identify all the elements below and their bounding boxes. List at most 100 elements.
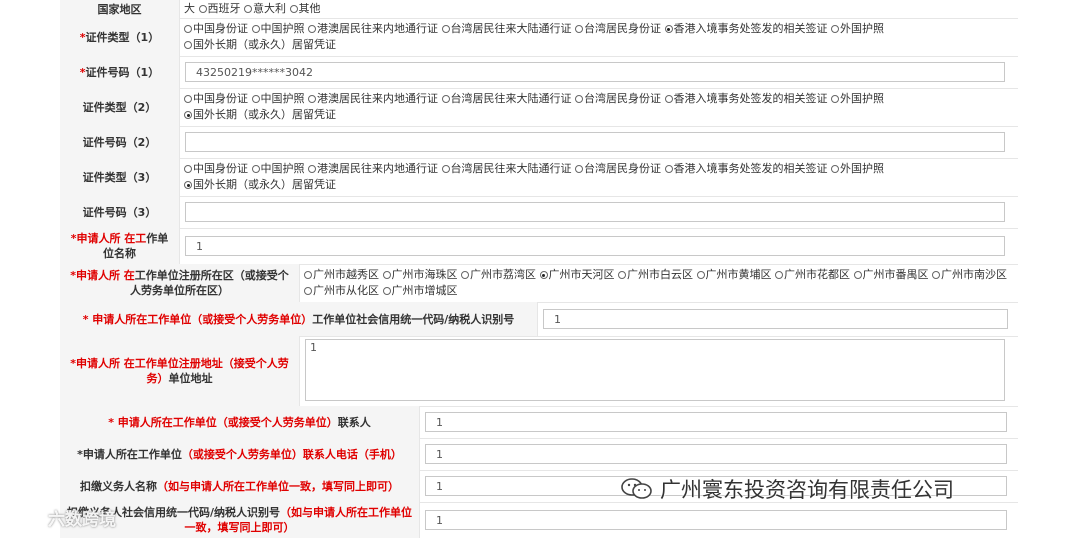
contact-input[interactable]: 1 — [425, 412, 1007, 432]
radio-icon[interactable] — [184, 25, 192, 33]
form-row-id-no-1: * 证件号码（1） 43250219******3042 — [60, 56, 1018, 89]
id-type-2-option[interactable]: 台湾居民往来大陆通行证 — [441, 92, 572, 105]
radio-icon[interactable] — [831, 25, 839, 33]
district-option[interactable]: 广州市南沙区 — [932, 268, 1007, 281]
radio-icon[interactable] — [696, 271, 705, 279]
radio-icon[interactable] — [461, 271, 469, 279]
district-option[interactable]: 广州市番禺区 — [853, 268, 929, 281]
form-row-contact-phone: *申请人所在工作单位（或接受个人劳务单位）联系人电话（手机） 1 — [60, 438, 1018, 471]
radio-icon[interactable] — [853, 271, 862, 279]
district-option[interactable]: 广州市增城区 — [382, 284, 458, 297]
radio-icon[interactable] — [618, 271, 626, 279]
district-option[interactable]: 广州市海珠区 — [382, 268, 458, 281]
id-type-3-option[interactable]: 国外长期（或永久）居留凭证 — [184, 178, 336, 191]
id-type-1-option[interactable]: 外国护照 — [831, 22, 884, 35]
radio-icon[interactable] — [664, 165, 673, 173]
radio-icon[interactable] — [539, 271, 548, 279]
id-type-2-option[interactable]: 港澳居民往来内地通行证 — [308, 92, 438, 105]
id-type-3-option[interactable]: 中国身份证 — [184, 162, 248, 175]
radio-icon[interactable] — [244, 5, 252, 13]
radio-icon[interactable] — [775, 271, 783, 279]
id-no-1-input[interactable]: 43250219******3042 — [185, 62, 1005, 82]
radio-icon[interactable] — [304, 287, 312, 295]
radio-icon[interactable] — [304, 271, 312, 279]
radio-icon[interactable] — [382, 271, 391, 279]
radio-icon[interactable] — [184, 95, 192, 103]
form-row-country: 国家地区 大 西班牙 意大利 其他 — [60, 0, 1018, 19]
id-type-3-option[interactable]: 台湾居民身份证 — [575, 162, 661, 175]
radio-icon[interactable] — [308, 25, 316, 33]
id-type-3-option[interactable]: 外国护照 — [831, 162, 884, 175]
id-type-2-option[interactable]: 香港入境事务处签发的相关签证 — [664, 92, 828, 105]
form-row-id-no-2: 证件号码（2） — [60, 126, 1018, 159]
radio-icon[interactable] — [382, 287, 391, 295]
id-no-2-input[interactable] — [185, 132, 1005, 152]
id-type-3-option[interactable]: 港澳居民往来内地通行证 — [308, 162, 438, 175]
contact-label: * 申请人所在工作单位（或接受个人劳务单位）联系人 — [60, 406, 420, 438]
country-option-spain[interactable]: 西班牙 — [198, 1, 241, 17]
contact-phone-input[interactable]: 1 — [425, 444, 1007, 464]
id-type-2-option[interactable]: 中国身份证 — [184, 92, 248, 105]
radio-icon[interactable] — [575, 25, 583, 33]
id-type-1-option[interactable]: 中国身份证 — [184, 22, 248, 35]
radio-icon[interactable] — [184, 181, 192, 189]
employer-credit-code-input[interactable]: 1 — [543, 309, 1008, 329]
id-type-2-option[interactable]: 国外长期（或永久）居留凭证 — [184, 108, 336, 121]
district-option[interactable]: 广州市黄埔区 — [696, 268, 772, 281]
radio-icon[interactable] — [664, 25, 673, 33]
id-type-3-option[interactable]: 台湾居民往来大陆通行证 — [441, 162, 572, 175]
radio-icon[interactable] — [831, 95, 839, 103]
radio-icon[interactable] — [289, 5, 298, 13]
radio-icon[interactable] — [575, 95, 583, 103]
district-option[interactable]: 广州市花都区 — [775, 268, 850, 281]
withholder-code-input[interactable]: 1 — [425, 510, 1007, 530]
radio-icon[interactable] — [441, 95, 450, 103]
id-type-1-option[interactable]: 港澳居民往来内地通行证 — [308, 22, 438, 35]
district-option[interactable]: 广州市荔湾区 — [461, 268, 536, 281]
employer-address-textarea[interactable]: 1 — [305, 339, 1005, 401]
district-option[interactable]: 广州市越秀区 — [304, 268, 379, 281]
district-option[interactable]: 广州市天河区 — [539, 268, 615, 281]
radio-icon[interactable] — [441, 165, 450, 173]
radio-icon[interactable] — [932, 271, 940, 279]
radio-icon[interactable] — [184, 165, 192, 173]
id-type-3-label: 证件类型（3） — [60, 158, 180, 196]
id-type-3-option[interactable]: 中国护照 — [251, 162, 305, 175]
id-type-2-options: 中国身份证 中国护照 港澳居民往来内地通行证 台湾居民往来大陆通行证 台湾居民身… — [180, 88, 1010, 126]
radio-icon[interactable] — [575, 165, 583, 173]
id-type-2-option[interactable]: 台湾居民身份证 — [575, 92, 661, 105]
country-option-partial: 大 — [184, 2, 195, 15]
radio-icon[interactable] — [198, 5, 207, 13]
district-option[interactable]: 广州市从化区 — [304, 284, 379, 297]
employer-name-input[interactable]: 1 — [185, 236, 1005, 256]
id-type-1-options: 中国身份证 中国护照 港澳居民往来内地通行证 台湾居民往来大陆通行证 台湾居民身… — [180, 18, 1010, 56]
radio-icon[interactable] — [251, 165, 260, 173]
id-type-1-option[interactable]: 台湾居民往来大陆通行证 — [441, 22, 572, 35]
id-no-3-input[interactable] — [185, 202, 1005, 222]
country-option-other[interactable]: 其他 — [289, 1, 321, 17]
id-type-2-option[interactable]: 中国护照 — [251, 92, 305, 105]
id-type-1-option[interactable]: 香港入境事务处签发的相关签证 — [664, 22, 828, 35]
radio-icon[interactable] — [251, 95, 260, 103]
radio-icon[interactable] — [831, 165, 839, 173]
radio-icon[interactable] — [184, 111, 192, 119]
district-option[interactable]: 广州市白云区 — [618, 268, 693, 281]
id-type-3-option[interactable]: 香港入境事务处签发的相关签证 — [664, 162, 828, 175]
radio-icon[interactable] — [251, 25, 260, 33]
radio-icon[interactable] — [184, 41, 192, 49]
radio-icon[interactable] — [308, 165, 316, 173]
id-type-3-radio-group: 中国身份证 中国护照 港澳居民往来内地通行证 台湾居民往来大陆通行证 台湾居民身… — [184, 161, 1006, 193]
id-type-1-option[interactable]: 台湾居民身份证 — [575, 22, 661, 35]
id-type-1-label: * 证件类型（1） — [60, 18, 180, 56]
radio-icon[interactable] — [308, 95, 316, 103]
id-type-2-option[interactable]: 外国护照 — [831, 92, 884, 105]
radio-icon[interactable] — [664, 95, 673, 103]
country-option-italy[interactable]: 意大利 — [244, 1, 286, 17]
id-type-1-option[interactable]: 中国护照 — [251, 22, 305, 35]
id-no-3-label: 证件号码（3） — [60, 196, 180, 228]
radio-icon[interactable] — [441, 25, 450, 33]
id-type-1-option[interactable]: 国外长期（或永久）居留凭证 — [184, 38, 336, 51]
employer-address-label: *申请人所 在工作单位注册地址（接受个人劳务）单位地址 — [60, 336, 300, 406]
form-row-id-type-1: * 证件类型（1） 中国身份证 中国护照 港澳居民往来内地通行证 台湾居民往来大陆… — [60, 18, 1018, 57]
form-row-id-no-3: 证件号码（3） — [60, 196, 1018, 229]
